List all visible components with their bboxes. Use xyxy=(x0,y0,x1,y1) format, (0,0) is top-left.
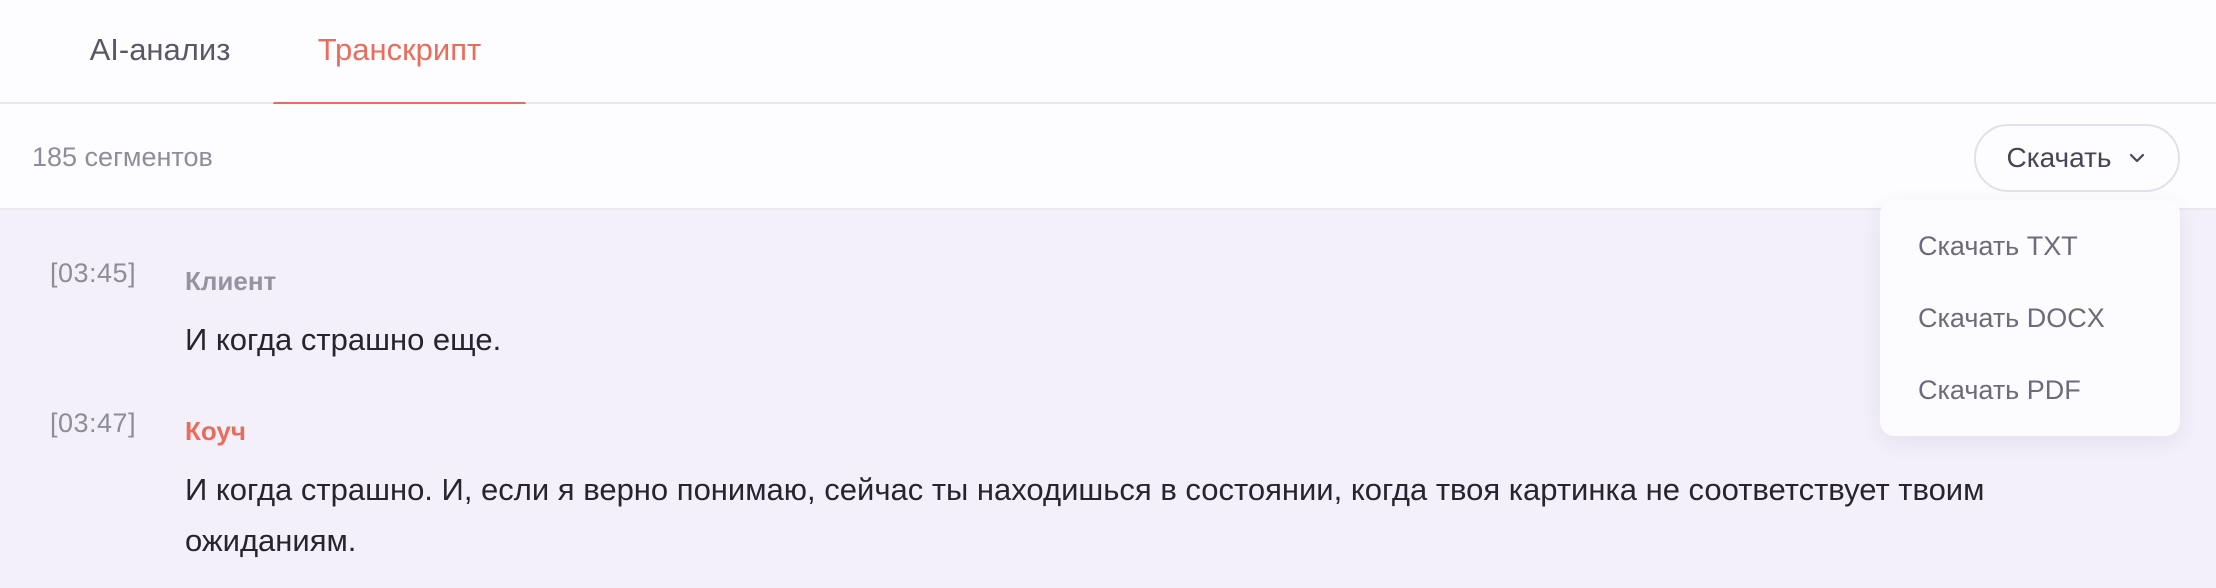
segment-speaker: Клиент xyxy=(185,266,277,296)
tab-bar: AI-анализ Транскрипт xyxy=(0,0,2216,106)
download-menu: Скачать TXT Скачать DOCX Скачать PDF xyxy=(1880,200,2180,436)
segments-count: 185 сегментов xyxy=(32,142,213,172)
transcript-toolbar: 185 сегментов Скачать xyxy=(0,104,2216,210)
tab-ai-analysis[interactable]: AI-анализ xyxy=(60,0,260,104)
segment-text: И когда страшно еще. xyxy=(185,322,502,357)
segment-timestamp[interactable]: [03:45] xyxy=(50,258,136,289)
download-txt-item[interactable]: Скачать TXT xyxy=(1918,216,2158,276)
download-pdf-item[interactable]: Скачать PDF xyxy=(1918,360,2158,420)
download-docx-item[interactable]: Скачать DOCX xyxy=(1918,288,2158,348)
download-button[interactable]: Скачать xyxy=(1974,124,2180,192)
segment-timestamp[interactable]: [03:47] xyxy=(50,408,136,439)
transcript-view: AI-анализ Транскрипт 185 сегментов Скача… xyxy=(0,0,2216,588)
download-button-label: Скачать xyxy=(2006,142,2112,173)
tab-transcript[interactable]: Транскрипт xyxy=(273,0,526,106)
segment-speaker: Коуч xyxy=(185,416,246,446)
chevron-down-icon xyxy=(2129,153,2144,163)
segment-text: И когда страшно. И, если я верно понимаю… xyxy=(185,472,1985,558)
